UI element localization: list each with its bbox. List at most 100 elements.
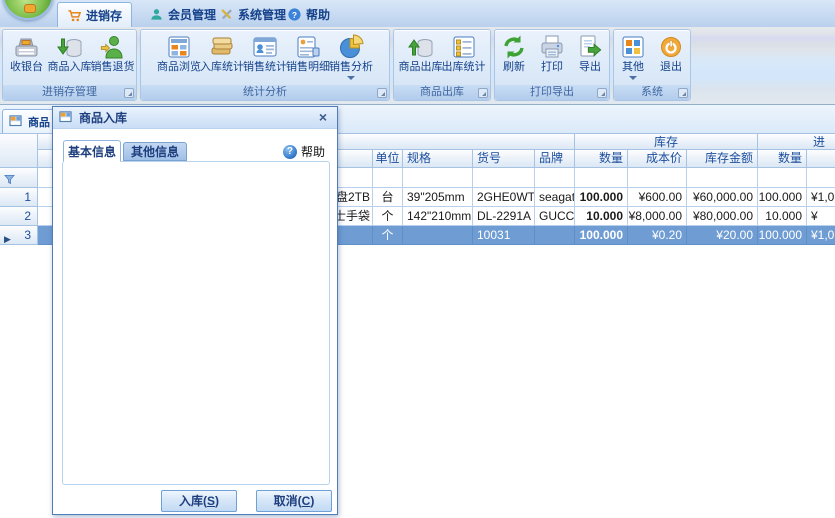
ribbon-button-label: 收银台	[10, 61, 43, 74]
ribbon-tab-label: 帮助	[306, 6, 330, 23]
table-cell-cost[interactable]: ¥8,000.00	[628, 207, 687, 226]
table-cell-amount[interactable]: ¥80,000.00	[687, 207, 758, 226]
table-cell-qty2[interactable]: 10.000	[758, 207, 807, 226]
ribbon-button-sales-stats[interactable]: 销售统计	[244, 30, 287, 74]
column-header-brand[interactable]: 品牌	[535, 150, 575, 168]
filter-cell-amount[interactable]	[687, 168, 758, 188]
column-header-last[interactable]	[807, 150, 835, 168]
ribbon-button-sales-return[interactable]: 销售退货	[91, 30, 134, 74]
row-indicator[interactable]: 1	[0, 188, 38, 207]
filter-cell-qty2[interactable]	[758, 168, 807, 188]
ribbon-button-goods-out[interactable]: 商品出库	[399, 30, 442, 74]
table-cell-last[interactable]: ¥	[807, 207, 835, 226]
filter-cell-spec[interactable]	[403, 168, 473, 188]
ribbon-group: 商品浏览入库统计销售统计销售明细销售分析统计分析	[140, 29, 390, 101]
group-dialog-launcher-icon[interactable]	[478, 88, 488, 98]
table-cell-cost[interactable]: ¥0.20	[628, 226, 687, 245]
other-icon	[619, 33, 647, 61]
ribbon-button-stockout-stats[interactable]: 出库统计	[442, 30, 485, 74]
group-dialog-launcher-icon[interactable]	[124, 88, 134, 98]
table-cell-last[interactable]: ¥1,0	[807, 188, 835, 207]
table-cell-spec[interactable]	[403, 226, 473, 245]
row-indicator[interactable]: 2	[0, 207, 38, 226]
filter-cell-brand[interactable]	[535, 168, 575, 188]
column-header-qty[interactable]: 数量	[575, 150, 628, 168]
dialog-title-bar[interactable]: 商品入库	[53, 107, 337, 129]
table-cell-amount[interactable]: ¥20.00	[687, 226, 758, 245]
filter-cell-last[interactable]	[807, 168, 835, 188]
refresh-icon	[500, 33, 528, 61]
ribbon-button-refresh[interactable]: 刷新	[495, 30, 533, 74]
goods-in-icon	[56, 33, 84, 61]
column-header-qty2[interactable]: 数量	[758, 150, 807, 168]
ribbon-button-label: 其他	[622, 61, 644, 74]
ribbon: 收银台商品入库销售退货进销存管理商品浏览入库统计销售统计销售明细销售分析统计分析…	[0, 27, 835, 105]
ribbon-tab-1[interactable]: 进销存	[57, 2, 132, 27]
filter-cell-unit[interactable]	[373, 168, 403, 188]
orb-cart-icon	[24, 4, 36, 13]
table-cell-unit[interactable]: 个	[373, 226, 403, 245]
table-cell-last[interactable]: ¥1,0	[807, 226, 835, 245]
group-dialog-launcher-icon[interactable]	[597, 88, 607, 98]
ribbon-button-label: 导出	[579, 61, 601, 74]
ribbon-button-label: 退出	[660, 61, 682, 74]
ribbon-button-print[interactable]: 打印	[533, 30, 571, 74]
stock-in-button[interactable]: 入库(S)	[161, 490, 237, 512]
table-cell-spec[interactable]: 39"205mm	[403, 188, 473, 207]
table-cell-artno[interactable]: DL-2291A	[473, 207, 535, 226]
ribbon-button-label: 刷新	[503, 61, 525, 74]
ribbon-button-export[interactable]: 导出	[571, 30, 609, 74]
ribbon-button-sales-analysis[interactable]: 销售分析	[330, 30, 373, 80]
ribbon-button-cash-register[interactable]: 收银台	[5, 30, 48, 74]
table-cell-qty[interactable]: 100.000	[575, 226, 628, 245]
filter-cell-cost[interactable]	[628, 168, 687, 188]
table-cell-brand[interactable]: seagate	[535, 188, 575, 207]
ribbon-button-other[interactable]: 其他	[614, 30, 652, 80]
table-cell-qty2[interactable]: 100.000	[758, 226, 807, 245]
cancel-button[interactable]: 取消(C)	[256, 490, 332, 512]
table-cell-unit[interactable]: 台	[373, 188, 403, 207]
application-orb-button[interactable]	[2, 0, 54, 20]
table-cell-artno[interactable]: 2GHE0WTZ	[473, 188, 535, 207]
help-link[interactable]: ? 帮助	[283, 143, 325, 160]
row-indicator[interactable]: 3▶	[0, 226, 38, 245]
table-cell-qty[interactable]: 10.000	[575, 207, 628, 226]
table-cell-brand[interactable]	[535, 226, 575, 245]
table-cell-spec[interactable]: 142"210mm	[403, 207, 473, 226]
table-cell-unit[interactable]: 个	[373, 207, 403, 226]
column-band-3[interactable]: 进	[758, 133, 835, 150]
ribbon-group-label: 打印导出	[495, 85, 609, 100]
table-cell-artno[interactable]: 10031	[473, 226, 535, 245]
chevron-down-icon	[629, 76, 637, 80]
column-header-artno[interactable]: 货号	[473, 150, 535, 168]
table-cell-qty2[interactable]: 100.000	[758, 188, 807, 207]
dialog-tab-2[interactable]: 其他信息	[123, 142, 187, 161]
filter-row-indicator[interactable]	[0, 168, 38, 188]
column-header-cost[interactable]: 成本价	[628, 150, 687, 168]
dialog-title: 商品入库	[79, 109, 127, 126]
ribbon-button-goods-in[interactable]: 商品入库	[48, 30, 91, 74]
table-cell-brand[interactable]: GUCCI	[535, 207, 575, 226]
ribbon-button-stockin-stats[interactable]: 入库统计	[201, 30, 244, 74]
table-cell-qty[interactable]: 100.000	[575, 188, 628, 207]
column-header-unit[interactable]: 单位	[373, 150, 403, 168]
group-dialog-launcher-icon[interactable]	[678, 88, 688, 98]
ribbon-tab-4[interactable]: ? 帮助	[278, 2, 339, 27]
cart-icon	[67, 8, 82, 23]
dialog-tab-1[interactable]: 基本信息	[63, 140, 121, 162]
help-icon: ?	[287, 7, 302, 22]
stock-in-dialog: 商品入库 × ? 帮助 基本信息其他信息 当前库存: 0.000 入库(S)取消…	[52, 106, 338, 515]
table-cell-amount[interactable]: ¥60,000.00	[687, 188, 758, 207]
column-header-amount[interactable]: 库存金额	[687, 150, 758, 168]
filter-cell-artno[interactable]	[473, 168, 535, 188]
filter-cell-qty[interactable]	[575, 168, 628, 188]
column-band-2[interactable]: 库存	[575, 133, 758, 150]
group-dialog-launcher-icon[interactable]	[377, 88, 387, 98]
ribbon-button-exit[interactable]: 退出	[652, 30, 690, 74]
table-cell-cost[interactable]: ¥600.00	[628, 188, 687, 207]
ribbon-button-sales-detail[interactable]: 销售明细	[287, 30, 330, 74]
row-indicator-header	[0, 133, 38, 168]
close-icon[interactable]: ×	[315, 108, 331, 126]
ribbon-button-goods-browse[interactable]: 商品浏览	[158, 30, 201, 74]
column-header-spec[interactable]: 规格	[403, 150, 473, 168]
